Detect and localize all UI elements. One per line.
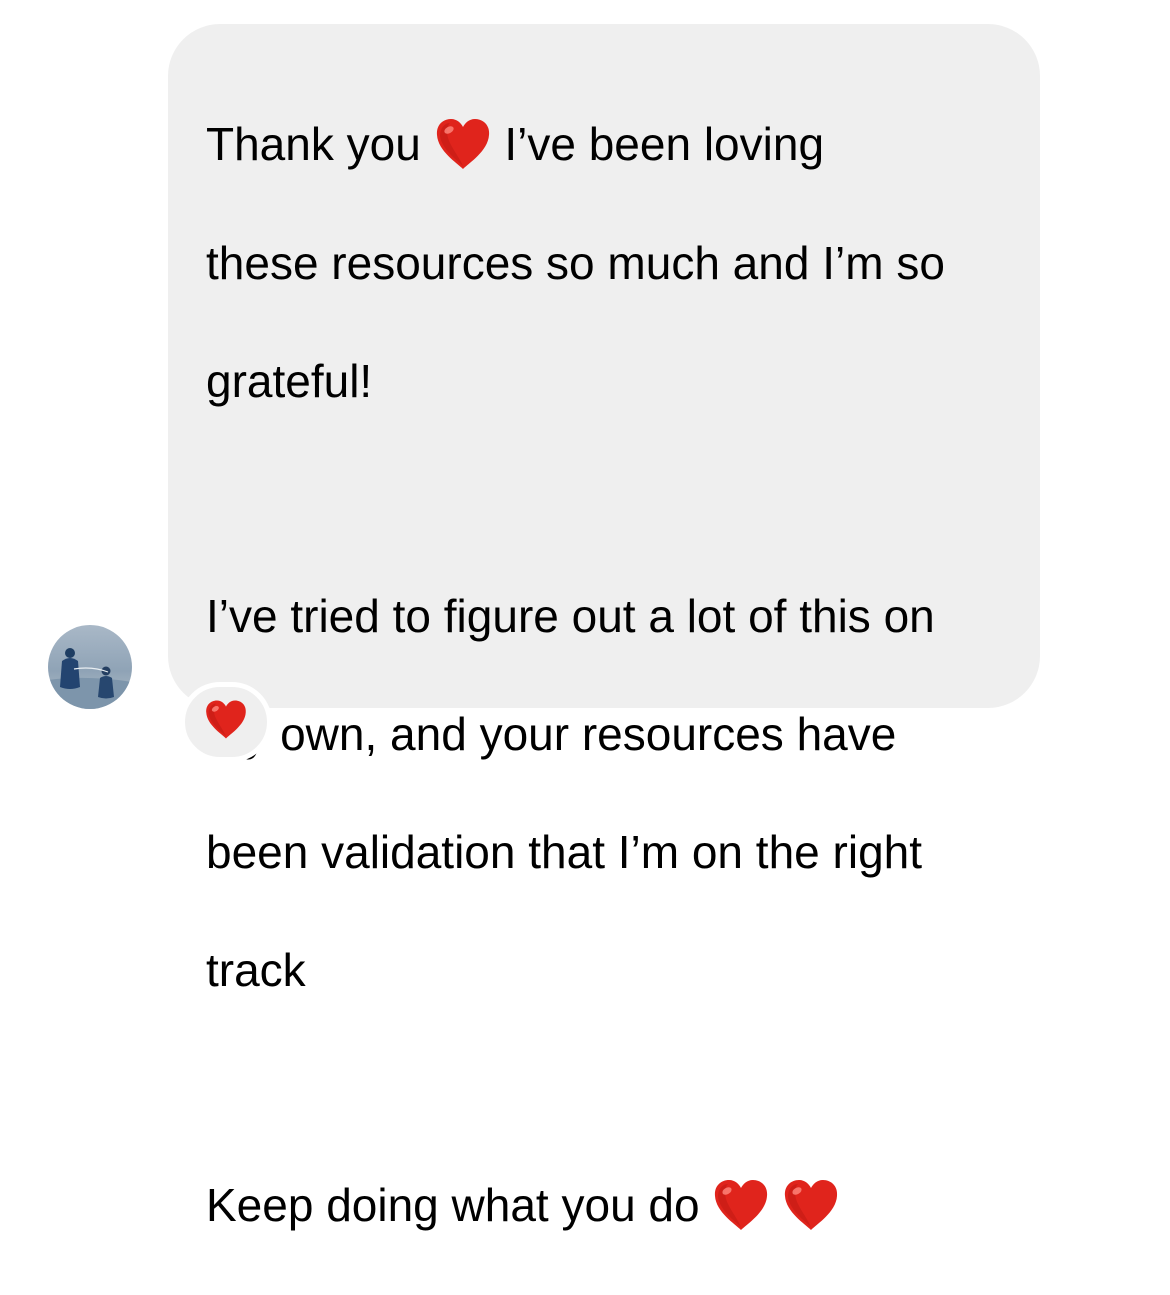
message-line: these resources so much and I’m so: [206, 236, 945, 289]
sender-avatar[interactable]: [48, 625, 132, 709]
message-line: Thank you I’ve been loving: [206, 115, 1004, 175]
heart-reaction-badge[interactable]: [180, 682, 272, 762]
red-heart-icon: [712, 1178, 770, 1232]
message-line: my own, and your resources have: [206, 707, 897, 760]
message-line: I’ve tried to figure out a lot of this o…: [206, 589, 935, 642]
message-line: track: [206, 943, 306, 996]
red-heart-icon: [434, 117, 492, 171]
message-line: Keep doing what you do: [206, 1176, 1004, 1236]
message-paragraph-3: Keep doing what you do: [206, 1117, 1004, 1295]
message-bubble[interactable]: Thank you I’ve been loving these resourc…: [168, 24, 1040, 1231]
red-heart-icon: [204, 699, 248, 745]
message-text: Keep doing what you do: [206, 1178, 700, 1231]
message-text: I’ve been loving: [504, 118, 825, 170]
red-heart-icon: [782, 1178, 840, 1232]
message-paragraph-1: Thank you I’ve been loving these resourc…: [206, 56, 1004, 470]
message-text: Thank you: [206, 118, 421, 170]
message-line: been validation that I’m on the right: [206, 825, 923, 878]
message-line: grateful!: [206, 354, 373, 407]
avatar-photo-icon: [48, 625, 132, 709]
message-paragraph-2: I’ve tried to figure out a lot of this o…: [206, 528, 1004, 1059]
